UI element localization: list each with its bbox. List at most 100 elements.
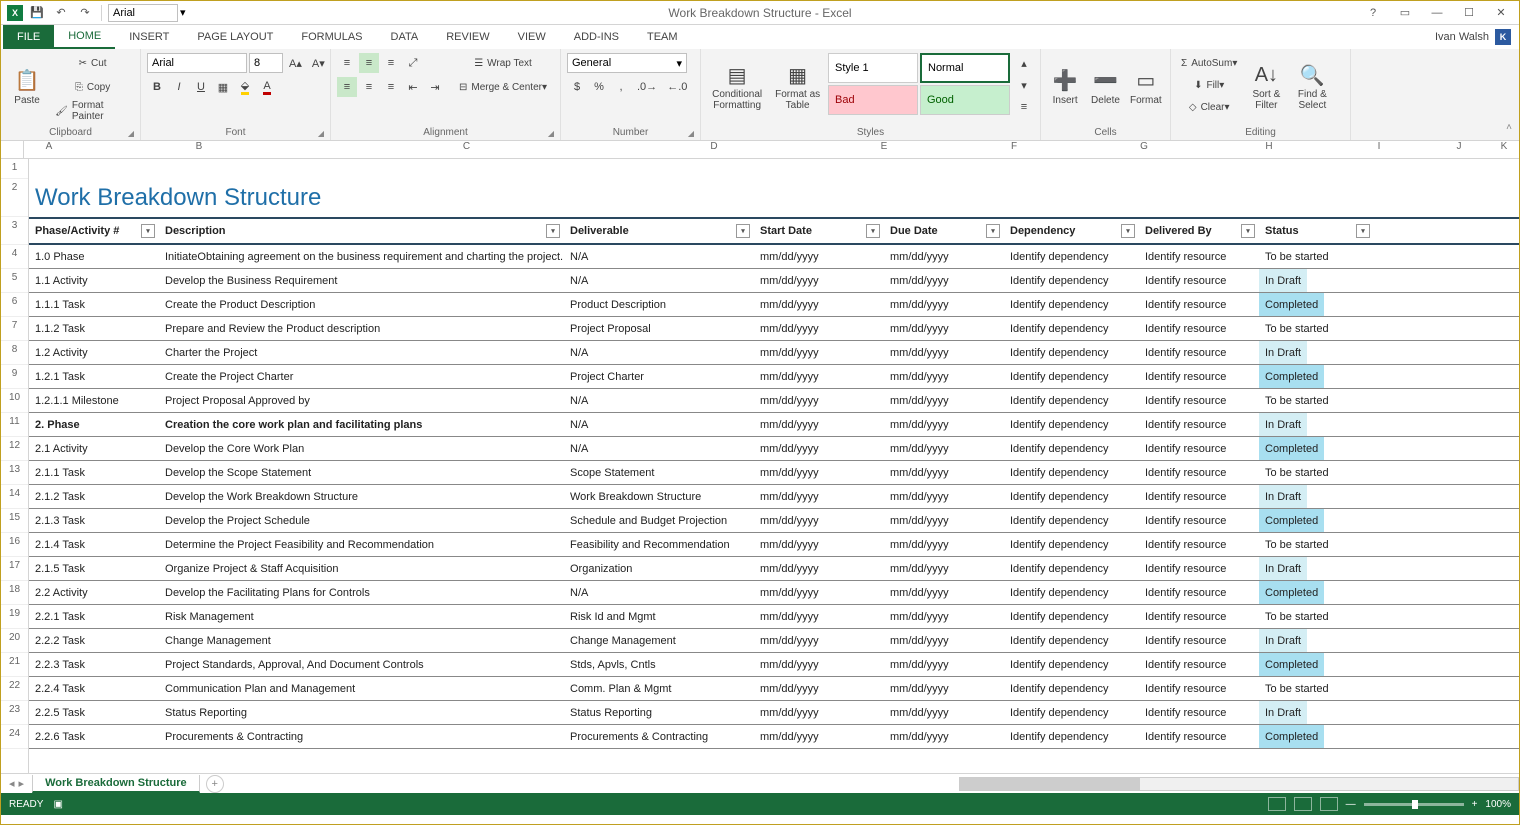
ribbon-options-button[interactable]: ▭ [1391, 3, 1419, 23]
tab-add-ins[interactable]: ADD-INS [560, 25, 633, 49]
qat-font-input[interactable] [108, 4, 178, 22]
table-row[interactable]: 2.2 ActivityDevelop the Facilitating Pla… [29, 581, 1519, 605]
zoom-out-button[interactable]: — [1346, 799, 1356, 810]
table-cell[interactable]: To be started [1259, 245, 1374, 268]
row-header[interactable]: 11 [1, 413, 28, 437]
table-cell[interactable]: mm/dd/yyyy [884, 317, 1004, 340]
table-cell[interactable]: 1.1.2 Task [29, 317, 159, 340]
find-select-button[interactable]: 🔍Find & Select [1291, 53, 1333, 119]
row-header[interactable]: 20 [1, 629, 28, 653]
row-header[interactable]: 6 [1, 293, 28, 317]
table-cell[interactable]: Identify dependency [1004, 677, 1139, 700]
table-cell[interactable]: Identify dependency [1004, 245, 1139, 268]
table-cell[interactable]: N/A [564, 581, 754, 604]
table-cell[interactable]: Risk Id and Mgmt [564, 605, 754, 628]
table-cell[interactable]: Risk Management [159, 605, 564, 628]
table-cell[interactable]: Identify dependency [1004, 317, 1139, 340]
table-cell[interactable]: mm/dd/yyyy [884, 509, 1004, 532]
table-cell[interactable]: mm/dd/yyyy [754, 461, 884, 484]
sheet-tab-active[interactable]: Work Breakdown Structure [32, 775, 200, 793]
align-left-button[interactable]: ≡ [337, 77, 357, 97]
table-cell[interactable]: 2.2.3 Task [29, 653, 159, 676]
table-cell[interactable]: Create the Project Charter [159, 365, 564, 388]
table-cell[interactable]: 2.2.1 Task [29, 605, 159, 628]
column-header-J[interactable]: J [1429, 141, 1489, 158]
row-header[interactable]: 14 [1, 485, 28, 509]
table-cell[interactable]: Identify dependency [1004, 605, 1139, 628]
tab-home[interactable]: HOME [54, 25, 115, 49]
number-format-combo[interactable]: General▾ [567, 53, 687, 73]
user-name[interactable]: Ivan Walsh [1435, 31, 1489, 43]
table-cell[interactable]: N/A [564, 437, 754, 460]
table-cell[interactable]: Status Reporting [159, 701, 564, 724]
cell-styles-gallery[interactable]: Style 1 Normal Bad Good [828, 53, 1010, 115]
table-cell[interactable]: mm/dd/yyyy [754, 701, 884, 724]
table-cell[interactable]: To be started [1259, 389, 1374, 412]
table-cell[interactable]: Completed [1259, 365, 1374, 388]
table-cell[interactable]: Status Reporting [564, 701, 754, 724]
collapse-ribbon-button[interactable]: ˄ [1506, 122, 1512, 133]
align-top-button[interactable]: ≡ [337, 53, 357, 73]
table-row[interactable]: 2.1 ActivityDevelop the Core Work PlanN/… [29, 437, 1519, 461]
table-cell[interactable]: Identify dependency [1004, 485, 1139, 508]
table-cell[interactable]: mm/dd/yyyy [754, 485, 884, 508]
table-cell[interactable]: Create the Product Description [159, 293, 564, 316]
table-cell[interactable]: Determine the Project Feasibility and Re… [159, 533, 564, 556]
table-row[interactable]: 2.1.2 TaskDevelop the Work Breakdown Str… [29, 485, 1519, 509]
table-cell[interactable]: Identify resource [1139, 533, 1259, 556]
table-cell[interactable]: Communication Plan and Management [159, 677, 564, 700]
zoom-slider[interactable] [1364, 803, 1464, 806]
table-cell[interactable]: Identify dependency [1004, 653, 1139, 676]
format-as-table-button[interactable]: ▦Format as Table [771, 53, 824, 119]
autosum-button[interactable]: Σ AutoSum ▾ [1177, 53, 1241, 73]
border-button[interactable]: ▦ [213, 77, 233, 97]
table-cell[interactable]: Completed [1259, 437, 1374, 460]
table-cell[interactable]: Develop the Core Work Plan [159, 437, 564, 460]
table-cell[interactable]: In Draft [1259, 485, 1374, 508]
format-cells-button[interactable]: ▭Format [1128, 53, 1164, 119]
table-cell[interactable]: mm/dd/yyyy [884, 293, 1004, 316]
table-cell[interactable]: Completed [1259, 653, 1374, 676]
table-row[interactable]: 2.1.5 TaskOrganize Project & Staff Acqui… [29, 557, 1519, 581]
dialog-launcher-icon[interactable]: ◢ [688, 129, 694, 138]
table-cell[interactable]: Identify dependency [1004, 461, 1139, 484]
worksheet[interactable]: 1 2 3 4567891011121314151617181920212223… [1, 159, 1519, 773]
orientation-button[interactable]: ⤢ [403, 53, 423, 73]
row-header[interactable]: 7 [1, 317, 28, 341]
comma-format-button[interactable]: , [611, 77, 631, 97]
bold-button[interactable]: B [147, 77, 167, 97]
increase-decimal-button[interactable]: .0→ [633, 77, 661, 97]
merge-center-button[interactable]: ⊟ Merge & Center ▾ [455, 77, 551, 97]
table-cell[interactable]: Identify resource [1139, 269, 1259, 292]
table-cell[interactable]: Project Proposal Approved by [159, 389, 564, 412]
clear-button[interactable]: ◇ Clear ▾ [1177, 97, 1241, 117]
table-row[interactable]: 1.2.1.1 MilestoneProject Proposal Approv… [29, 389, 1519, 413]
table-cell[interactable]: Identify dependency [1004, 269, 1139, 292]
table-cell[interactable]: Identify resource [1139, 557, 1259, 580]
undo-button[interactable]: ↶ [51, 3, 71, 23]
align-middle-button[interactable]: ≡ [359, 53, 379, 73]
row-header[interactable]: 19 [1, 605, 28, 629]
zoom-level[interactable]: 100% [1485, 799, 1511, 810]
tab-formulas[interactable]: FORMULAS [287, 25, 376, 49]
table-cell[interactable]: Comm. Plan & Mgmt [564, 677, 754, 700]
table-row[interactable]: 1.1.2 TaskPrepare and Review the Product… [29, 317, 1519, 341]
minimize-button[interactable]: — [1423, 3, 1451, 23]
table-cell[interactable]: Procurements & Contracting [564, 725, 754, 748]
redo-button[interactable]: ↷ [75, 3, 95, 23]
table-cell[interactable]: mm/dd/yyyy [884, 437, 1004, 460]
chevron-down-icon[interactable]: ▾ [180, 6, 186, 19]
table-cell[interactable]: Organize Project & Staff Acquisition [159, 557, 564, 580]
table-cell[interactable]: Identify dependency [1004, 533, 1139, 556]
table-cell[interactable]: Feasibility and Recommendation [564, 533, 754, 556]
table-cell[interactable]: Develop the Scope Statement [159, 461, 564, 484]
table-cell[interactable]: To be started [1259, 533, 1374, 556]
table-cell[interactable]: To be started [1259, 317, 1374, 340]
table-cell[interactable]: mm/dd/yyyy [884, 341, 1004, 364]
table-cell[interactable]: Identify dependency [1004, 365, 1139, 388]
row-header[interactable]: 22 [1, 677, 28, 701]
table-cell[interactable]: mm/dd/yyyy [754, 269, 884, 292]
table-cell[interactable]: In Draft [1259, 557, 1374, 580]
table-cell[interactable]: mm/dd/yyyy [754, 341, 884, 364]
macro-record-icon[interactable]: ▣ [53, 799, 62, 810]
